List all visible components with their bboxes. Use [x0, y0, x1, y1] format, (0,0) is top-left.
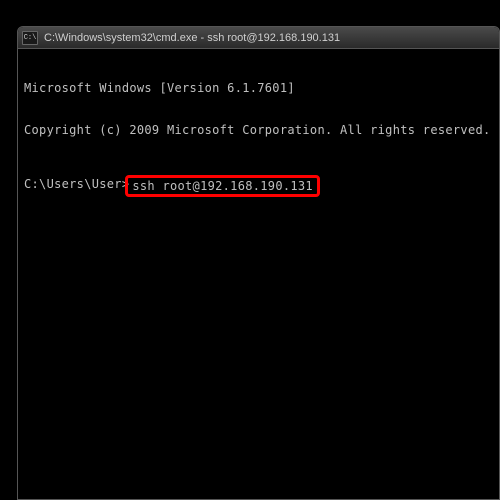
ssh-command: ssh root@192.168.190.131	[132, 179, 313, 193]
prompt-path: C:\Users\User>	[24, 177, 129, 199]
window-title: C:\Windows\system32\cmd.exe - ssh root@1…	[44, 32, 340, 44]
cmd-window: C:\ C:\Windows\system32\cmd.exe - ssh ro…	[17, 26, 500, 500]
command-highlight: ssh root@192.168.190.131	[125, 175, 320, 197]
titlebar[interactable]: C:\ C:\Windows\system32\cmd.exe - ssh ro…	[18, 27, 499, 49]
prompt-line: C:\Users\User>ssh root@192.168.190.131	[24, 177, 493, 199]
terminal-area[interactable]: Microsoft Windows [Version 6.1.7601] Cop…	[18, 49, 499, 499]
version-line: Microsoft Windows [Version 6.1.7601]	[24, 81, 493, 95]
copyright-line: Copyright (c) 2009 Microsoft Corporation…	[24, 123, 493, 137]
cmd-icon: C:\	[22, 31, 38, 45]
